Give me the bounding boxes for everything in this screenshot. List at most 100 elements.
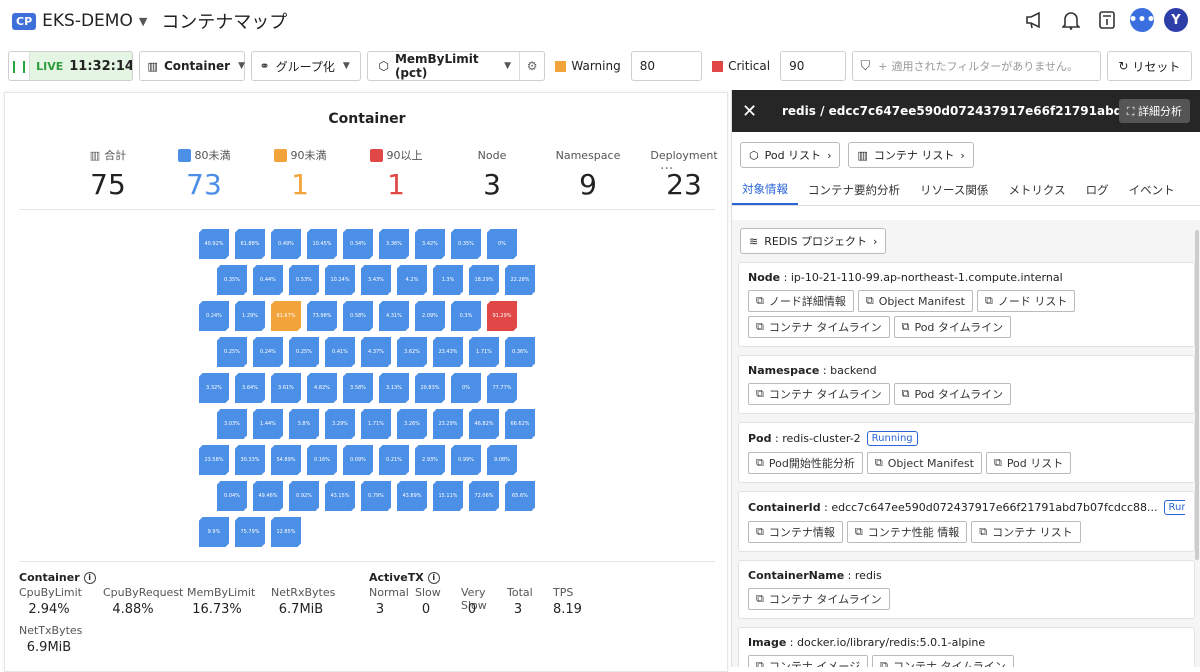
container-cell[interactable]: 0.44% [253,265,283,295]
detail-action-button[interactable]: ⧉ コンテナ リスト [971,521,1081,543]
container-cell[interactable]: 23.43% [433,337,463,367]
container-cell[interactable]: 0.58% [343,301,373,331]
container-cell[interactable]: 0.53% [289,265,319,295]
detail-action-button[interactable]: ⧉ Object Manifest [866,452,982,474]
detail-action-button[interactable]: ⧉ Object Manifest [857,290,973,312]
chevron-down-icon[interactable]: ▼ [139,15,147,28]
container-cell[interactable]: 9.08% [487,445,517,475]
container-cell[interactable]: 0.25% [217,337,247,367]
detail-action-button[interactable]: ⧉ コンテナ タイムライン [748,316,890,338]
container-cell[interactable]: 3.8% [289,409,319,439]
filter-bar[interactable]: ⛉ + 適用されたフィルターがありません。 [851,51,1101,81]
chat-icon[interactable]: ••• [1129,8,1155,32]
container-cell[interactable]: 0.25% [289,337,319,367]
container-cell[interactable]: 66.62% [505,409,535,439]
detail-action-button[interactable]: ⧉ コンテナ性能 情報 [846,521,968,543]
container-cell[interactable]: 0.24% [253,337,283,367]
container-cell[interactable]: 49.46% [253,481,283,511]
container-cell[interactable]: 0.99% [451,445,481,475]
container-cell[interactable]: 4.31% [379,301,409,331]
detail-action-button[interactable]: ⧉ ノード リスト [976,290,1076,312]
container-cell[interactable]: 1.71% [469,337,499,367]
container-cell[interactable]: 3.03% [217,409,247,439]
view-select[interactable]: ▥ Container ▼ [138,51,245,81]
container-cell[interactable]: 30.33% [235,445,265,475]
detail-tab[interactable]: リソース関係 [910,174,998,205]
container-cell[interactable]: 4.37% [361,337,391,367]
detail-action-button[interactable]: ⧉ コンテナ タイムライン [748,588,890,610]
container-cell[interactable]: 0.16% [307,445,337,475]
detail-tab[interactable]: 対象情報 [732,174,798,205]
detail-action-button[interactable]: ⧉ Pod タイムライン [893,383,1012,405]
reset-button[interactable]: ↻ リセット [1106,51,1192,81]
container-cell[interactable]: 0.35% [217,265,247,295]
group-select[interactable]: ⚭ グループ化 ▼ [250,51,362,81]
detail-action-button[interactable]: ⧉ ノード詳細情報 [748,290,854,312]
container-cell[interactable]: 0.41% [325,337,355,367]
container-cell[interactable]: 2.93% [415,445,445,475]
document-icon[interactable] [1094,7,1120,33]
bell-icon[interactable] [1058,7,1084,33]
container-cell[interactable]: 0% [451,373,481,403]
container-cell[interactable]: 1.3% [433,265,463,295]
container-cell[interactable]: 12.85% [271,517,301,547]
container-cell[interactable]: 43.89% [397,481,427,511]
container-cell[interactable]: 3.29% [325,409,355,439]
container-cell[interactable]: 0.24% [199,301,229,331]
container-cell[interactable]: 20.83% [415,373,445,403]
container-cell[interactable]: 3.43% [361,265,391,295]
container-cell[interactable]: 0% [487,229,517,259]
container-cell[interactable]: 91.29% [487,301,517,331]
container-list-nav-button[interactable]: ▥ コンテナ リスト › [848,142,974,168]
live-control[interactable]: ❙❙ LIVE 11:32:14 [8,51,133,81]
container-cell[interactable]: 0.3% [451,301,481,331]
settings-icon[interactable]: ⚙ [518,52,544,80]
container-cell[interactable]: 73.98% [307,301,337,331]
container-cell[interactable]: 9.9% [199,517,229,547]
scrollbar[interactable] [1195,230,1199,560]
container-cell[interactable]: 3.42% [415,229,445,259]
avatar[interactable]: Y [1164,8,1188,32]
container-cell[interactable]: 23.29% [433,409,463,439]
container-cell[interactable]: 1.29% [235,301,265,331]
container-cell[interactable]: 40.92% [199,229,229,259]
container-cell[interactable]: 3.36% [379,229,409,259]
container-cell[interactable]: 61.88% [235,229,265,259]
container-cell[interactable]: 0.92% [289,481,319,511]
container-cell[interactable]: 77.77% [487,373,517,403]
container-cell[interactable]: 65.6% [505,481,535,511]
container-cell[interactable]: 3.26% [397,409,427,439]
container-cell[interactable]: 0.04% [217,481,247,511]
detail-action-button[interactable]: ⧉ Pod タイムライン [893,316,1012,338]
container-cell[interactable]: 3.58% [343,373,373,403]
container-cell[interactable]: 10.45% [307,229,337,259]
container-cell[interactable]: 3.62% [397,337,427,367]
metric-select[interactable]: ⬡ MemByLimit (pct) ▼ ⚙ [367,51,546,81]
container-cell[interactable]: 54.89% [271,445,301,475]
info-icon[interactable]: i [83,571,96,584]
detail-tab[interactable]: ログ [1076,174,1119,205]
redis-project-button[interactable]: ≋ REDIS プロジェクト › [740,228,887,254]
container-cell[interactable]: 1.44% [253,409,283,439]
container-cell[interactable]: 75.79% [235,517,265,547]
detail-tab[interactable]: コンテナ要約分析 [798,174,910,205]
pause-icon[interactable]: ❙❙ [9,52,31,80]
container-cell[interactable]: 3.13% [379,373,409,403]
detail-action-button[interactable]: ⧉ Pod開始性能分析 [748,452,863,474]
container-cell[interactable]: 0.36% [505,337,535,367]
detail-tab[interactable]: メトリクス [998,174,1075,205]
detail-tab[interactable]: イベント [1119,174,1185,205]
detail-action-button[interactable]: ⧉ Pod リスト [985,452,1072,474]
detail-action-button[interactable]: ⧉ コンテナ タイムライン [872,655,1014,667]
more-icon[interactable]: ··· [660,161,673,177]
pod-list-nav-button[interactable]: ⬡ Pod リスト › [740,142,841,168]
container-cell[interactable]: 0.21% [379,445,409,475]
container-cell[interactable]: 46.82% [469,409,499,439]
container-cell[interactable]: 0.79% [361,481,391,511]
warning-threshold-input[interactable]: 80 [630,51,703,81]
container-cell[interactable]: 72.06% [469,481,499,511]
megaphone-icon[interactable] [1022,7,1048,33]
container-cell[interactable]: 18.29% [469,265,499,295]
container-cell[interactable]: 2.09% [415,301,445,331]
container-cell[interactable]: 22.28% [505,265,535,295]
